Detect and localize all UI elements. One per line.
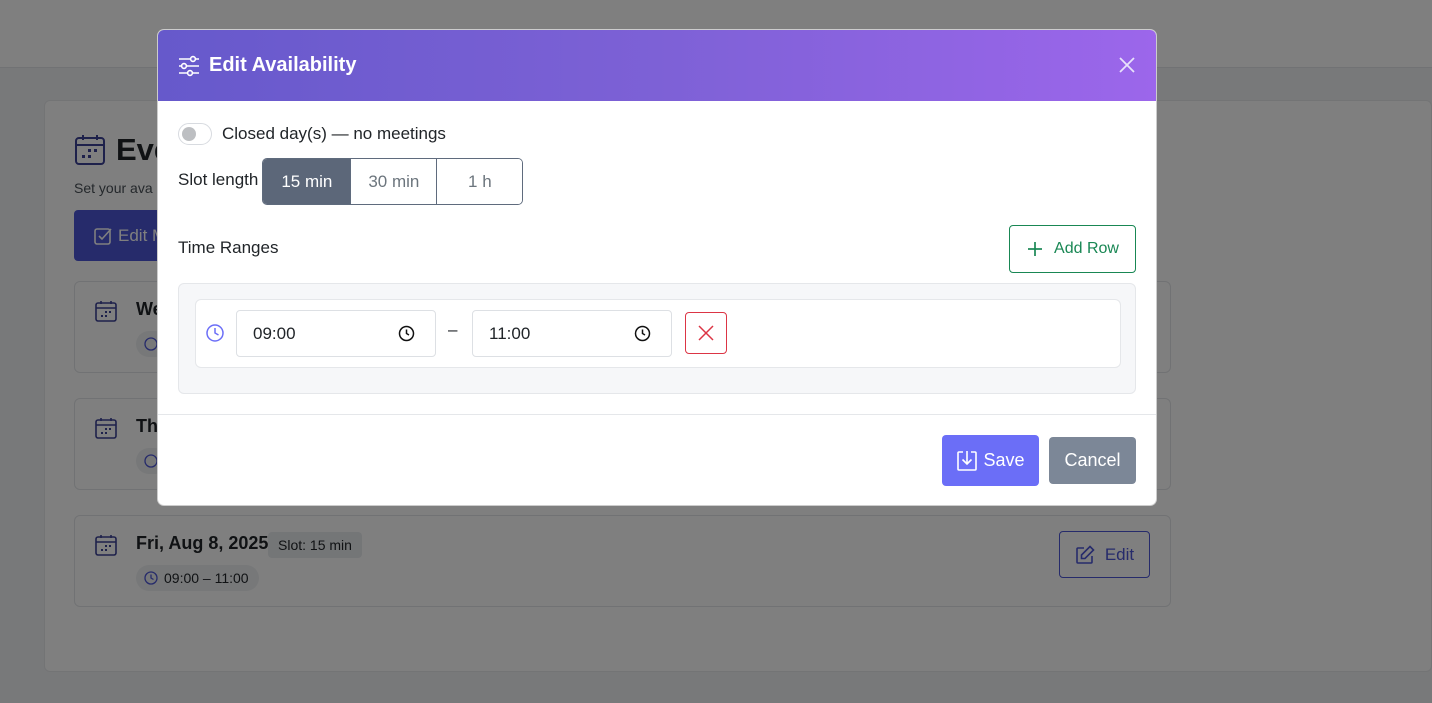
closed-day-row: Closed day(s) — no meetings [178, 123, 446, 145]
time-ranges-list: 09:00 – 11:00 [178, 283, 1136, 394]
download-box-icon [957, 450, 978, 471]
time-ranges-title: Time Ranges [178, 238, 279, 257]
sliders-icon [179, 55, 199, 76]
closed-day-label: Closed day(s) — no meetings [222, 124, 446, 143]
clock-icon[interactable] [398, 325, 415, 342]
add-row-label: Add Row [1054, 240, 1119, 257]
add-row-button[interactable]: Add Row [1009, 225, 1136, 273]
modal-body: Closed day(s) — no meetings Slot length … [158, 101, 1156, 414]
slot-option-30-min[interactable]: 30 min [350, 159, 437, 204]
save-button[interactable]: Save [942, 435, 1039, 486]
start-time-value: 09:00 [253, 323, 296, 343]
close-icon[interactable] [1116, 54, 1138, 76]
slot-length-row: Slot length 15 min 30 min 1 h [178, 158, 524, 205]
end-time-input[interactable]: 11:00 [472, 310, 672, 357]
closed-day-toggle[interactable] [178, 123, 212, 145]
modal-footer: Save Cancel [158, 414, 1156, 505]
time-range-row: 09:00 – 11:00 [195, 299, 1121, 368]
start-time-input[interactable]: 09:00 [236, 310, 436, 357]
end-time-value: 11:00 [489, 323, 531, 343]
clock-icon[interactable] [634, 325, 651, 342]
edit-availability-modal: Edit Availability Closed day(s) — no mee… [157, 29, 1157, 506]
toggle-knob [182, 127, 196, 141]
x-icon [698, 325, 714, 341]
slot-option-15-min[interactable]: 15 min [263, 159, 351, 204]
plus-icon [1028, 242, 1043, 256]
range-separator: – [448, 320, 458, 339]
slot-option-1-h[interactable]: 1 h [436, 159, 523, 204]
modal-header: Edit Availability [158, 30, 1156, 101]
cancel-button[interactable]: Cancel [1049, 437, 1136, 484]
slot-length-selector: 15 min 30 min 1 h [262, 158, 524, 205]
clock-icon [206, 324, 224, 342]
modal-title: Edit Availability [209, 54, 357, 76]
slot-length-label: Slot length [178, 169, 259, 189]
remove-range-button[interactable] [685, 312, 727, 354]
save-label: Save [983, 450, 1025, 470]
